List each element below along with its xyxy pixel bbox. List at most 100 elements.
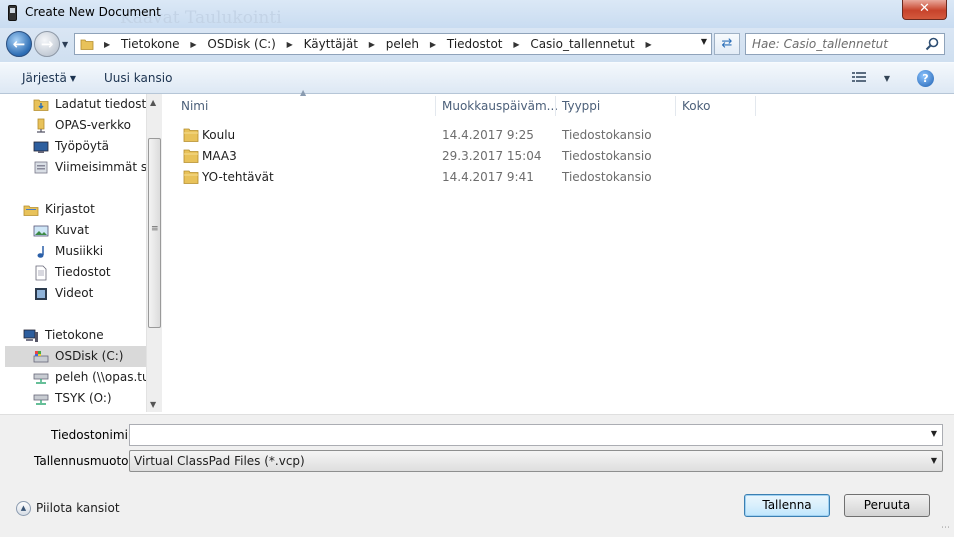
chevron-right-icon[interactable]: ▶: [104, 40, 110, 49]
file-type-select[interactable]: Virtual ClassPad Files (*.vcp) ▼: [129, 450, 943, 472]
file-type-label: Tallennusmuoto:: [34, 454, 133, 468]
chevron-right-icon[interactable]: ▶: [513, 40, 519, 49]
resize-grip-icon[interactable]: ⋯: [941, 523, 950, 533]
details-view-icon: [852, 72, 872, 86]
computer-icon: [23, 328, 39, 346]
cancel-button[interactable]: Peruuta: [844, 494, 930, 517]
window-title: Create New Document: [25, 5, 161, 19]
organize-button[interactable]: Järjestä ▼: [22, 71, 76, 85]
nav-item-documents[interactable]: Tiedostot: [5, 262, 146, 283]
save-button[interactable]: Tallenna: [744, 494, 830, 517]
nav-item-label: Kuvat: [55, 223, 90, 237]
nav-item-label: Tiedostot: [55, 265, 111, 279]
chevron-down-icon: ▼: [69, 74, 77, 83]
chevron-right-icon[interactable]: ▶: [287, 40, 293, 49]
nav-item-label: Työpöytä: [55, 139, 110, 153]
breadcrumb-item[interactable]: Tiedostot: [447, 37, 503, 51]
network-drive-icon: [33, 370, 49, 388]
breadcrumb-item[interactable]: Tietokone: [121, 37, 180, 51]
column-header-name[interactable]: Nimi: [181, 94, 208, 118]
desktop-icon: [33, 139, 49, 157]
nav-item-label: peleh (\\opas.tur: [55, 370, 146, 384]
file-row[interactable]: MAA3 29.3.2017 15:04 Tiedostokansio: [180, 146, 760, 167]
command-bar: Järjestä ▼ Uusi kansio ▼ ?: [0, 62, 954, 94]
file-list[interactable]: Nimi ▲ Muokkauspäiväm... Tyyppi Koko Kou…: [163, 88, 954, 412]
sort-ascending-icon: ▲: [300, 88, 307, 97]
navigation-pane[interactable]: Ladatut tiedostot OPAS-verkko Työpöytä V…: [5, 94, 146, 412]
nav-item-libraries[interactable]: Kirjastot: [5, 199, 146, 220]
breadcrumb-item[interactable]: OSDisk (C:): [207, 37, 275, 51]
chevron-right-icon[interactable]: ▶: [369, 40, 375, 49]
file-name: Koulu: [202, 128, 236, 142]
chevron-right-icon[interactable]: ▶: [190, 40, 196, 49]
nav-item-videos[interactable]: Videot: [5, 283, 146, 304]
nav-item-downloads[interactable]: Ladatut tiedostot: [5, 94, 146, 115]
chevron-down-icon[interactable]: ▼: [931, 429, 937, 438]
address-bar[interactable]: ▶ Tietokone ▶ OSDisk (C:) ▶ Käyttäjät ▶ …: [74, 33, 712, 55]
column-divider[interactable]: [755, 96, 756, 116]
nav-item-opas-verkko[interactable]: OPAS-verkko: [5, 115, 146, 136]
nav-item-osdisk[interactable]: OSDisk (C:): [5, 346, 146, 367]
column-header-type[interactable]: Tyyppi: [562, 94, 600, 118]
search-box[interactable]: [745, 33, 945, 55]
file-row[interactable]: Koulu 14.4.2017 9:25 Tiedostokansio: [180, 125, 760, 146]
breadcrumb-item[interactable]: Käyttäjät: [304, 37, 358, 51]
nav-item-pictures[interactable]: Kuvat: [5, 220, 146, 241]
downloads-folder-icon: [33, 97, 49, 115]
file-type: Tiedostokansio: [562, 149, 652, 163]
file-name: MAA3: [202, 149, 237, 163]
videos-icon: [33, 286, 49, 304]
nav-item-label: OSDisk (C:): [55, 349, 124, 363]
column-header-size[interactable]: Koko: [682, 94, 710, 118]
main-area: Ladatut tiedostot OPAS-verkko Työpöytä V…: [0, 88, 954, 414]
file-type: Tiedostokansio: [562, 170, 652, 184]
nav-item-label: Musiikki: [55, 244, 104, 258]
close-button[interactable]: ✕: [902, 0, 947, 20]
filename-input[interactable]: [130, 425, 920, 445]
chevron-down-icon: ▼: [930, 456, 937, 465]
music-icon: [33, 244, 49, 262]
nav-item-recent-places[interactable]: Viimeisimmät sijainnit: [5, 157, 146, 178]
help-icon[interactable]: ?: [917, 70, 934, 87]
column-header-modified[interactable]: Muokkauspäiväm...: [442, 94, 558, 118]
nav-item-peleh-share[interactable]: peleh (\\opas.tur: [5, 367, 146, 388]
recent-places-icon: [33, 160, 49, 178]
nav-item-computer[interactable]: Tietokone: [5, 325, 146, 346]
new-folder-button[interactable]: Uusi kansio: [104, 71, 172, 85]
breadcrumb-item[interactable]: Casio_tallennetut: [530, 37, 634, 51]
file-row[interactable]: YO-tehtävät 14.4.2017 9:41 Tiedostokansi…: [180, 167, 760, 188]
search-input[interactable]: [752, 36, 922, 52]
nav-scrollbar[interactable]: ▲ ≡ ▼: [146, 94, 162, 412]
network-folder-icon: [33, 118, 49, 136]
recent-pages-dropdown-icon[interactable]: ▼: [62, 40, 68, 49]
grip-icon: ≡: [151, 224, 159, 234]
filename-label: Tiedostonimi:: [51, 428, 132, 442]
breadcrumb: ▶ Tietokone ▶ OSDisk (C:) ▶ Käyttäjät ▶ …: [97, 37, 659, 51]
nav-item-tsyk[interactable]: TSYK (O:): [5, 388, 146, 409]
documents-icon: [33, 265, 49, 283]
change-view-button[interactable]: ▼: [852, 71, 890, 86]
column-divider[interactable]: [555, 96, 556, 116]
nav-item-desktop[interactable]: Työpöytä: [5, 136, 146, 157]
scroll-up-icon[interactable]: ▲: [150, 98, 156, 107]
column-divider[interactable]: [435, 96, 436, 116]
chevron-right-icon[interactable]: ▶: [646, 40, 652, 49]
scroll-down-icon[interactable]: ▼: [150, 400, 156, 409]
search-icon[interactable]: [925, 37, 939, 54]
address-row: ← → ▼ ▶ Tietokone ▶ OSDisk (C:) ▶ Käyttä…: [0, 28, 954, 62]
file-modified: 29.3.2017 15:04: [442, 149, 542, 163]
refresh-button[interactable]: ⇄: [714, 33, 740, 55]
filename-field[interactable]: ▼: [129, 424, 943, 446]
address-dropdown-icon[interactable]: ▼: [701, 37, 707, 46]
file-name: YO-tehtävät: [202, 170, 274, 184]
nav-item-label: TSYK (O:): [55, 391, 112, 405]
breadcrumb-item[interactable]: peleh: [386, 37, 419, 51]
scroll-thumb[interactable]: ≡: [148, 138, 161, 328]
back-button[interactable]: ←: [6, 31, 32, 57]
chevron-right-icon[interactable]: ▶: [430, 40, 436, 49]
forward-button[interactable]: →: [34, 31, 60, 57]
chevron-down-icon[interactable]: ▼: [884, 74, 890, 83]
column-header-label: Nimi: [181, 99, 209, 113]
column-divider[interactable]: [675, 96, 676, 116]
nav-item-music[interactable]: Musiikki: [5, 241, 146, 262]
